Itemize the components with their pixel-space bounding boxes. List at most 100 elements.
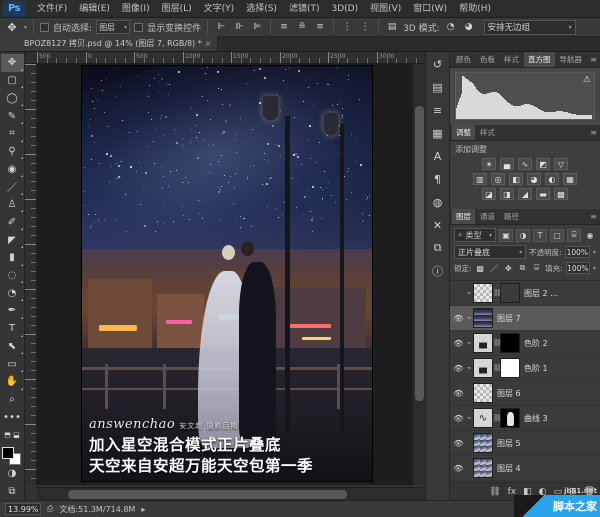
layer-row[interactable]: 👁⌁▄⛓色阶 1 — [450, 356, 600, 381]
scrollbar-thumb[interactable] — [415, 106, 424, 401]
layer-link-icon[interactable]: ⌁ — [465, 314, 473, 322]
scrollbar-thumb[interactable] — [68, 490, 347, 499]
adjustments-panel-icon[interactable]: ≡ — [428, 102, 448, 118]
move-tool-icon[interactable]: ✥ — [4, 19, 20, 35]
properties-panel-icon[interactable]: ▤ — [428, 79, 448, 95]
tool-preset-chevron-icon[interactable]: ▾ — [24, 24, 27, 31]
vibrance-icon[interactable]: ▽ — [554, 158, 568, 170]
layer-mask-thumbnail[interactable] — [500, 358, 520, 378]
link-layers-icon[interactable]: ⛓ — [489, 487, 500, 497]
eyedropper-tool[interactable]: ⚲ — [1, 143, 24, 161]
brightness-contrast-icon[interactable]: ☀ — [482, 158, 496, 170]
mask-link-icon[interactable]: ⛓ — [493, 289, 500, 297]
panel-menu-icon[interactable]: ≡ — [590, 128, 597, 137]
layer-row[interactable]: ⌁⛓图层 2 … — [450, 281, 600, 306]
document-icon[interactable]: ⎙ — [47, 504, 53, 514]
status-expand-arrow-icon[interactable]: ▸ — [141, 505, 145, 514]
align-top-icon[interactable]: ≡ — [277, 20, 291, 34]
layer-row[interactable]: 👁图层 6 — [450, 381, 600, 406]
layer-visibility-icon[interactable]: 👁 — [452, 439, 465, 448]
mode-3d-rotate-icon[interactable]: ◔ — [444, 20, 458, 34]
layer-visibility-icon[interactable]: 👁 — [452, 414, 465, 423]
tab-navigator[interactable]: 导航器 — [556, 52, 587, 67]
posterize-icon[interactable]: ◨ — [500, 188, 514, 200]
histogram-warning-icon[interactable]: ⚠ — [583, 75, 591, 85]
filter-type-icon[interactable]: T — [533, 229, 547, 242]
tab-histogram[interactable]: 直方图 — [524, 52, 555, 67]
menu-file[interactable]: 文件(F) — [31, 0, 73, 18]
layer-comps-icon[interactable]: ▦ — [428, 125, 448, 141]
history-panel-icon[interactable]: ↺ — [428, 56, 448, 72]
menu-filter[interactable]: 滤镜(T) — [283, 0, 326, 18]
invert-icon[interactable]: ◪ — [482, 188, 496, 200]
gradient-tool[interactable]: ▮ — [1, 249, 24, 267]
layer-filter-select[interactable]: ⌕ 类型 ▾ — [454, 228, 496, 242]
exposure-icon[interactable]: ◩ — [536, 158, 550, 170]
menu-select[interactable]: 选择(S) — [240, 0, 283, 18]
filter-toggle-icon[interactable]: ◉ — [584, 229, 596, 241]
menu-layer[interactable]: 图层(L) — [156, 0, 198, 18]
menu-view[interactable]: 视图(V) — [364, 0, 407, 18]
photo-filter-icon[interactable]: ◕ — [527, 173, 541, 185]
tab-color[interactable]: 颜色 — [452, 52, 475, 67]
healing-brush-tool[interactable]: ◉ — [1, 160, 24, 178]
default-colors-icon[interactable]: ⬒ ⬓ — [1, 426, 24, 444]
chevron-down-icon[interactable]: ▾ — [593, 265, 596, 272]
fill-value[interactable]: 100% — [566, 262, 590, 274]
color-lookup-icon[interactable]: ▦ — [563, 173, 577, 185]
hand-tool[interactable]: ✋ — [1, 373, 24, 391]
distribute-3-icon[interactable]: ▤ — [385, 20, 399, 34]
align-bottom-icon[interactable]: ≡ — [313, 20, 327, 34]
chevron-down-icon[interactable]: ▾ — [593, 249, 596, 256]
filter-smart-icon[interactable]: ⌸ — [567, 229, 581, 242]
brush-tool[interactable]: ／ — [1, 178, 24, 196]
layer-visibility-icon[interactable]: 👁 — [452, 389, 465, 398]
menu-help[interactable]: 帮助(H) — [453, 0, 497, 18]
layer-mask-thumbnail[interactable] — [500, 408, 520, 428]
layer-row[interactable]: 👁⌁图层 7 — [450, 306, 600, 331]
more-tools-icon[interactable]: ••• — [1, 408, 24, 426]
layer-mask-thumbnail[interactable] — [500, 333, 520, 353]
layer-row[interactable]: 👁⌁▄⛓色阶 2 — [450, 331, 600, 356]
menu-3d[interactable]: 3D(D) — [325, 0, 364, 18]
type-tool[interactable]: T — [1, 320, 24, 338]
panel-menu-icon[interactable]: ≡ — [590, 55, 597, 64]
auto-select-dropdown[interactable]: 图层 ▾ — [96, 20, 130, 34]
color-swatches[interactable] — [1, 446, 23, 465]
hue-saturation-icon[interactable]: ▥ — [473, 173, 487, 185]
quick-select-tool[interactable]: ✎ — [1, 107, 24, 125]
layer-link-icon[interactable]: ⌁ — [465, 339, 473, 347]
foreground-color-swatch[interactable] — [2, 447, 14, 459]
threshold-icon[interactable]: ◢ — [518, 188, 532, 200]
move-tool[interactable]: ✥ — [1, 54, 24, 72]
mode-3d-roll-icon[interactable]: ◕ — [462, 20, 476, 34]
document-tab[interactable]: BPOZ8127 拷贝.psd @ 14% (图层 7, RGB/8) * × — [0, 36, 218, 51]
auto-select-checkbox[interactable] — [40, 23, 49, 32]
menu-edit[interactable]: 编辑(E) — [73, 0, 116, 18]
layer-visibility-icon[interactable]: 👁 — [452, 314, 465, 323]
curves-icon[interactable]: ∿ — [518, 158, 532, 170]
align-right-icon[interactable]: ⊫ — [250, 20, 264, 34]
levels-icon[interactable]: ▄ — [500, 158, 514, 170]
layer-list[interactable]: ⌁⛓图层 2 …👁⌁图层 7👁⌁▄⛓色阶 2👁⌁▄⛓色阶 1👁图层 6👁⌁∿⛓曲… — [450, 281, 600, 482]
filter-adjustment-icon[interactable]: ◑ — [516, 229, 530, 242]
brush-panel-icon[interactable]: ◍ — [428, 194, 448, 210]
layer-row[interactable]: 👁图层 5 — [450, 431, 600, 456]
layer-thumbnail[interactable] — [473, 308, 493, 328]
tab-styles[interactable]: 样式 — [500, 52, 523, 67]
clone-source-icon[interactable]: ✕ — [428, 217, 448, 233]
canvas-scrollbar-vertical[interactable] — [412, 64, 425, 485]
layer-thumbnail[interactable] — [473, 383, 493, 403]
mask-link-icon[interactable]: ⛓ — [493, 364, 500, 372]
layer-row[interactable]: 👁图层 4 — [450, 456, 600, 481]
character-panel-icon[interactable]: A — [428, 148, 448, 164]
quick-mask-icon[interactable]: ◑ — [1, 464, 24, 482]
blur-tool[interactable]: ◌ — [1, 267, 24, 285]
blend-mode-dropdown[interactable]: 正片叠底 ▾ — [454, 245, 526, 259]
mask-link-icon[interactable]: ⛓ — [493, 414, 500, 422]
menu-type[interactable]: 文字(Y) — [198, 0, 241, 18]
lock-image-icon[interactable]: ／ — [489, 262, 500, 274]
lock-transparency-icon[interactable]: ▩ — [475, 262, 486, 274]
zoom-tool[interactable]: ⌕ — [1, 391, 24, 409]
layer-thumbnail[interactable] — [473, 283, 493, 303]
